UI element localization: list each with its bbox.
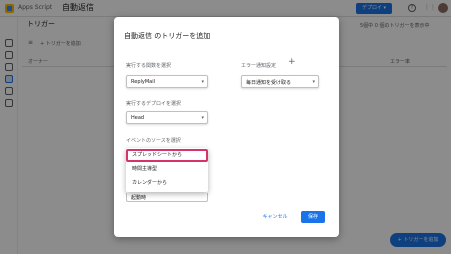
cancel-button[interactable]: キャンセル	[260, 211, 290, 223]
function-label: 実行する関数を選択	[126, 63, 172, 69]
add-trigger-dialog: 自動返信 のトリガーを追加 実行する関数を選択 ReplyMail ▾ エラー通…	[114, 17, 339, 237]
function-select[interactable]: ReplyMail ▾	[126, 75, 208, 88]
chevron-down-icon: ▾	[312, 79, 315, 85]
option-calendar[interactable]: カレンダーから	[126, 177, 208, 190]
event-source-dropdown: スプレッドシートから 時間主導型 カレンダーから	[126, 148, 208, 192]
chevron-down-icon: ▾	[201, 115, 204, 121]
option-spreadsheet[interactable]: スプレッドシートから	[126, 149, 208, 162]
deployment-value: Head	[131, 115, 145, 121]
deployment-label: 実行するデプロイを選択	[126, 101, 182, 107]
save-button[interactable]: 保存	[301, 211, 325, 223]
event-type-value: 起動時	[131, 195, 147, 201]
notify-label: エラー通知設定	[241, 63, 277, 69]
function-value: ReplyMail	[131, 79, 156, 85]
option-time-driven[interactable]: 時間主導型	[126, 163, 208, 176]
notify-value: 毎日通知を受け取る	[246, 80, 292, 86]
add-notification-icon[interactable]: +	[288, 58, 296, 67]
event-source-label: イベントのソースを選択	[126, 138, 181, 144]
event-type-select[interactable]: 起動時	[126, 193, 208, 202]
notify-select[interactable]: 毎日通知を受け取る ▾	[241, 75, 319, 88]
deployment-select[interactable]: Head ▾	[126, 111, 208, 124]
dialog-title: 自動返信 のトリガーを追加	[124, 32, 211, 40]
chevron-down-icon: ▾	[201, 79, 204, 85]
